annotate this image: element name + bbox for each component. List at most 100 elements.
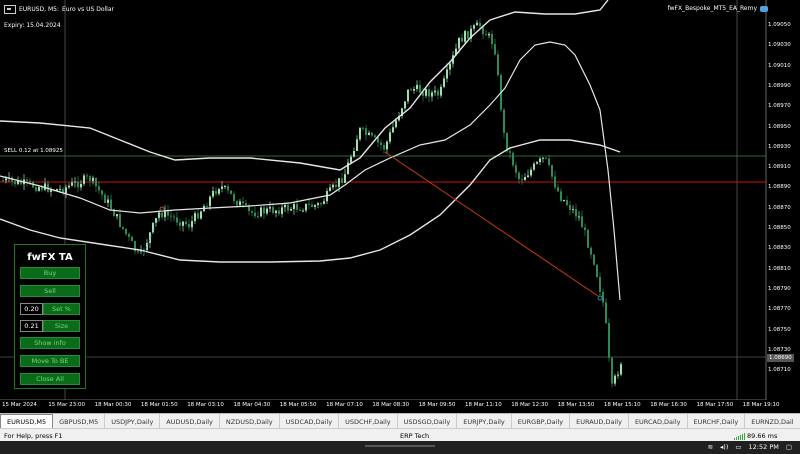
chart-tab[interactable]: USDSGD,Daily — [398, 414, 458, 429]
set-percent-button[interactable]: Set % — [43, 303, 80, 315]
candle-body — [395, 120, 397, 128]
candle-body — [494, 44, 496, 55]
candle-body — [581, 216, 583, 228]
candle-body — [176, 217, 178, 223]
wifi-icon[interactable]: ≋ — [708, 443, 713, 451]
candle-body — [314, 205, 316, 207]
chart-tab[interactable]: GBPUSD,M5 — [53, 414, 106, 429]
candle-body — [533, 163, 535, 170]
clock[interactable]: 12:52 PM — [749, 443, 779, 451]
expiry-label: Expiry: 15.04.2024 — [4, 22, 61, 29]
candle-body — [341, 178, 343, 183]
candle-body — [449, 63, 451, 70]
candle-body — [200, 211, 202, 219]
candle-body — [188, 224, 190, 228]
size-input[interactable]: 0.21 — [20, 320, 43, 332]
time-axis[interactable]: 15 Mar 2024 15 Mar 23:00 18 Mar 00:30 18 Ma… — [0, 402, 780, 412]
candle-body — [257, 216, 259, 218]
candle-body — [287, 204, 289, 211]
candle-body — [14, 181, 16, 185]
candle-body — [167, 210, 169, 216]
price-tick: 1.08910 — [768, 164, 791, 171]
chart-tab[interactable]: NZDUSD,Daily — [220, 414, 280, 429]
chart-tab[interactable]: EURJPY,Daily — [457, 414, 512, 429]
lot-percent-input[interactable]: 0.20 — [20, 303, 43, 315]
candle-body — [317, 203, 319, 206]
candle-body — [542, 157, 544, 159]
time-tick: 18 Mar 17:50 — [696, 402, 734, 408]
candle-body — [488, 33, 490, 36]
chart-tab[interactable]: EURGBP,Daily — [512, 414, 571, 429]
size-button[interactable]: Size — [43, 320, 80, 332]
candle-body — [551, 165, 553, 177]
symbol-line: EURUSD, M5: Euro vs US Dollar — [4, 5, 114, 14]
time-tick: 18 Mar 08:30 — [372, 402, 410, 408]
candle-body — [275, 210, 277, 213]
chart-tab[interactable]: AUDUSD,Daily — [160, 414, 220, 429]
time-tick: 18 Mar 12:30 — [511, 402, 549, 408]
time-tick: 18 Mar 09:50 — [418, 402, 456, 408]
chart-tab[interactable]: EURNZD,Dail — [745, 414, 800, 429]
candle-body — [194, 213, 196, 222]
time-tick: 18 Mar 05:50 — [279, 402, 317, 408]
candle-body — [86, 175, 88, 177]
candle-body — [479, 22, 481, 27]
taskbar-app-indicator[interactable] — [365, 445, 435, 447]
candle-body — [206, 205, 208, 207]
candle-body — [152, 222, 154, 233]
time-tick: 15 Mar 23:00 — [48, 402, 86, 408]
price-tick: 1.08970 — [768, 103, 791, 110]
time-tick: 18 Mar 07:10 — [326, 402, 363, 408]
candle-body — [464, 31, 466, 42]
candlestick-plot[interactable] — [0, 0, 800, 400]
chart-tab[interactable]: USDJPY,Daily — [105, 414, 161, 429]
chart-header: EURUSD, M5: Euro vs US Dollar Expiry: 15… — [4, 5, 114, 29]
candle-body — [128, 234, 130, 237]
trade-trend-line — [384, 151, 599, 297]
candle-body — [356, 139, 358, 151]
candle-body — [599, 276, 601, 292]
candle-body — [497, 54, 499, 76]
price-chart[interactable]: EURUSD, M5: Euro vs US Dollar Expiry: 15… — [0, 0, 800, 408]
volume-icon[interactable]: ◂)) — [720, 443, 728, 451]
candle-body — [410, 89, 412, 91]
chart-tab[interactable]: EURCAD,Daily — [629, 414, 688, 429]
candle-body — [365, 128, 367, 136]
candle-body — [281, 207, 283, 214]
candle-body — [251, 210, 253, 213]
price-axis[interactable]: 1.09050 1.09030 1.09010 1.08990 1.08970 1.089… — [766, 0, 800, 400]
candle-body — [296, 203, 298, 210]
candle-body — [536, 162, 538, 164]
time-tick: 18 Mar 15:10 — [603, 402, 641, 408]
candle-body — [170, 215, 172, 217]
chart-tab[interactable]: EURCHF,Daily — [688, 414, 746, 429]
chart-tab[interactable]: USDCHF,Daily — [339, 414, 398, 429]
one-click-trading-icon[interactable] — [4, 5, 16, 14]
candle-body — [446, 69, 448, 79]
candle-body — [590, 247, 592, 255]
candle-body — [530, 169, 532, 176]
candle-body — [311, 204, 313, 207]
buy-button[interactable]: Buy — [20, 267, 80, 279]
chart-tab[interactable]: EURAUD,Daily — [570, 414, 629, 429]
candle-body — [77, 181, 79, 188]
candle-body — [236, 200, 238, 206]
move-to-be-button[interactable]: Move To BE — [20, 355, 80, 367]
close-all-button[interactable]: Close All — [20, 373, 80, 385]
candle-body — [305, 203, 307, 211]
sell-button[interactable]: Sell — [20, 285, 80, 297]
candle-body — [413, 89, 415, 91]
time-tick: 18 Mar 13:50 — [557, 402, 595, 408]
candle-body — [587, 230, 589, 248]
chart-tab[interactable]: USDCAD,Daily — [280, 414, 340, 429]
battery-icon[interactable]: ▭ — [735, 443, 741, 451]
chart-tab[interactable]: EURUSD,M5 — [0, 414, 54, 429]
candle-body — [254, 212, 256, 217]
help-text: For Help, press F1 — [4, 432, 63, 440]
show-info-button[interactable]: Show info — [20, 337, 80, 349]
price-tick: 1.08770 — [768, 306, 791, 313]
chart-tabs: EURUSD,M5 GBPUSD,M5 USDJPY,Daily AUDUSD,Dai… — [0, 413, 800, 429]
connection-status[interactable]: 89.66 ms — [734, 432, 777, 440]
expert-advisor-label[interactable]: fwFX_Bespoke_MT5_EA_Remy — [668, 5, 768, 12]
notification-icon[interactable]: ▢ — [786, 443, 792, 451]
